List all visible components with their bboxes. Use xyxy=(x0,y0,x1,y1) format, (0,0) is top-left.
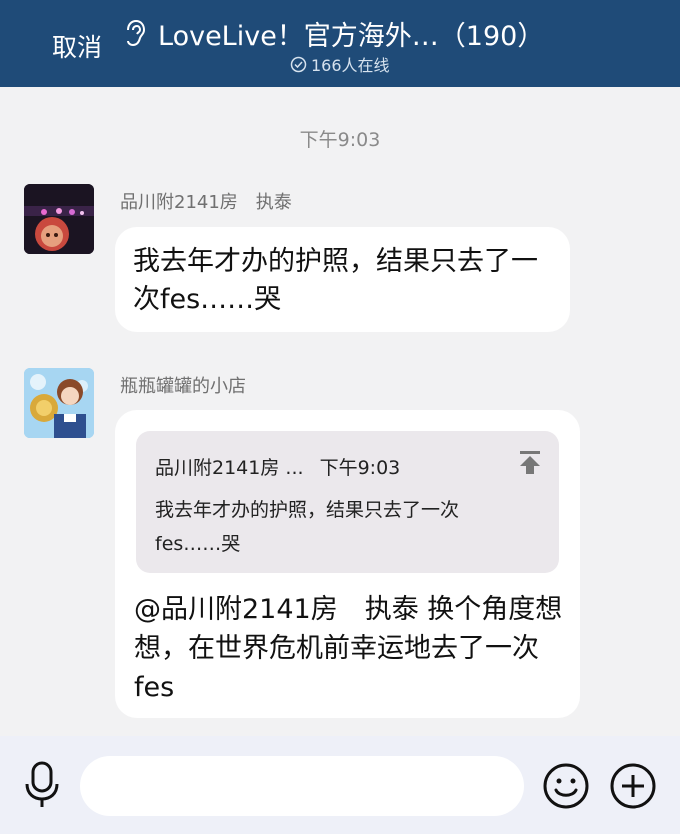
emoji-icon[interactable] xyxy=(542,762,590,810)
message-bubble[interactable]: 我去年才办的护照，结果只去了一次fes……哭 xyxy=(115,227,570,332)
message-text: 我去年才办的护照，结果只去了一次fes……哭 xyxy=(133,246,538,315)
online-status: 166人在线 xyxy=(290,52,390,76)
message-text: @品川附2141房 执泰 换个角度想想，在世界危机前幸运地去了一次fes xyxy=(134,594,563,703)
ear-icon xyxy=(127,19,146,47)
message-input[interactable] xyxy=(80,756,524,816)
quoted-message[interactable]: 品川附2141房 ... 下午9:03 我去年才办的护照，结果只去了一次fes…… xyxy=(136,431,559,573)
quote-ellipsis: ... xyxy=(285,457,304,479)
chat-timestamp: 下午9:03 xyxy=(299,129,381,151)
chat-title: LoveLive！官方海外…（190） xyxy=(158,21,545,52)
plus-icon[interactable] xyxy=(609,762,657,810)
quote-header: 品川附2141房 ... 下午9:03 xyxy=(155,453,400,480)
anime-girl-tuba-avatar[interactable] xyxy=(24,368,94,438)
sender-name: 瓶瓶罐罐的小店 xyxy=(120,376,246,397)
concert-stage-avatar[interactable] xyxy=(24,184,94,254)
message-bubble[interactable]: 品川附2141房 ... 下午9:03 我去年才办的护照，结果只去了一次fes…… xyxy=(115,410,580,718)
quote-text: 我去年才办的护照，结果只去了一次fes……哭 xyxy=(155,499,460,555)
microphone-icon[interactable] xyxy=(22,760,62,810)
quote-time: 下午9:03 xyxy=(319,457,401,479)
chat-header: 取消 LoveLive！官方海外…（190） 166人在线 xyxy=(0,0,680,87)
online-check-icon xyxy=(290,56,307,72)
sender-name: 品川附2141房 执泰 xyxy=(120,192,292,213)
jump-to-message-icon[interactable] xyxy=(517,449,543,475)
online-count: 166人在线 xyxy=(311,56,390,75)
cancel-button[interactable]: 取消 xyxy=(52,28,102,64)
quote-author: 品川附2141房 xyxy=(155,457,280,479)
